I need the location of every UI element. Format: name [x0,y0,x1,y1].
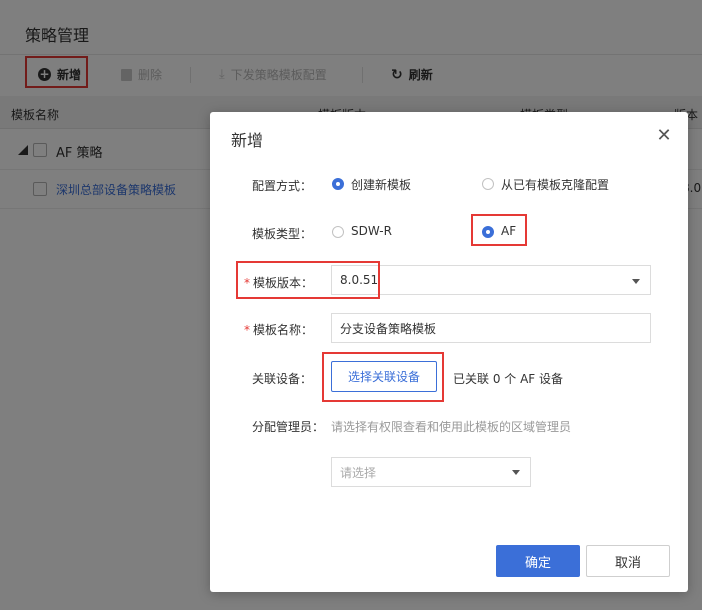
template-name-input[interactable]: 分支设备策略模板 [331,313,651,343]
linked-devices-status: 已关联 0 个 AF 设备 [453,372,564,386]
highlight-template-version [236,261,380,299]
radio-clone-existing-label[interactable]: 从已有模板克隆配置 [501,176,609,193]
highlight-select-devices [322,352,444,402]
dialog-title: 新增 [231,131,264,150]
radio-clone-existing[interactable] [482,178,494,190]
cancel-button[interactable]: 取消 [586,545,670,577]
radio-sdw-r[interactable] [332,226,344,238]
chevron-down-icon[interactable] [632,279,640,284]
highlight-af-option [471,214,527,246]
linked-devices-label: 关联设备： [252,372,313,386]
template-name-label: * 模板名称： [244,323,314,337]
confirm-button[interactable]: 确定 [496,545,580,577]
radio-create-new[interactable] [332,178,344,190]
config-mode-label: 配置方式： [252,179,313,193]
radio-create-new-label[interactable]: 创建新模板 [351,176,411,193]
template-type-label: 模板类型： [252,227,313,241]
template-name-value: 分支设备策略模板 [340,321,437,336]
admin-hint: 请选择有权限查看和使用此模板的区域管理员 [331,420,572,434]
admin-label: 分配管理员： [252,420,325,434]
chevron-down-icon[interactable] [512,470,520,475]
close-icon[interactable]: ✕ [654,126,674,146]
admin-select[interactable]: 请选择 [331,457,531,487]
radio-sdw-r-label[interactable]: SDW-R [351,224,392,238]
admin-select-placeholder: 请选择 [340,465,377,480]
